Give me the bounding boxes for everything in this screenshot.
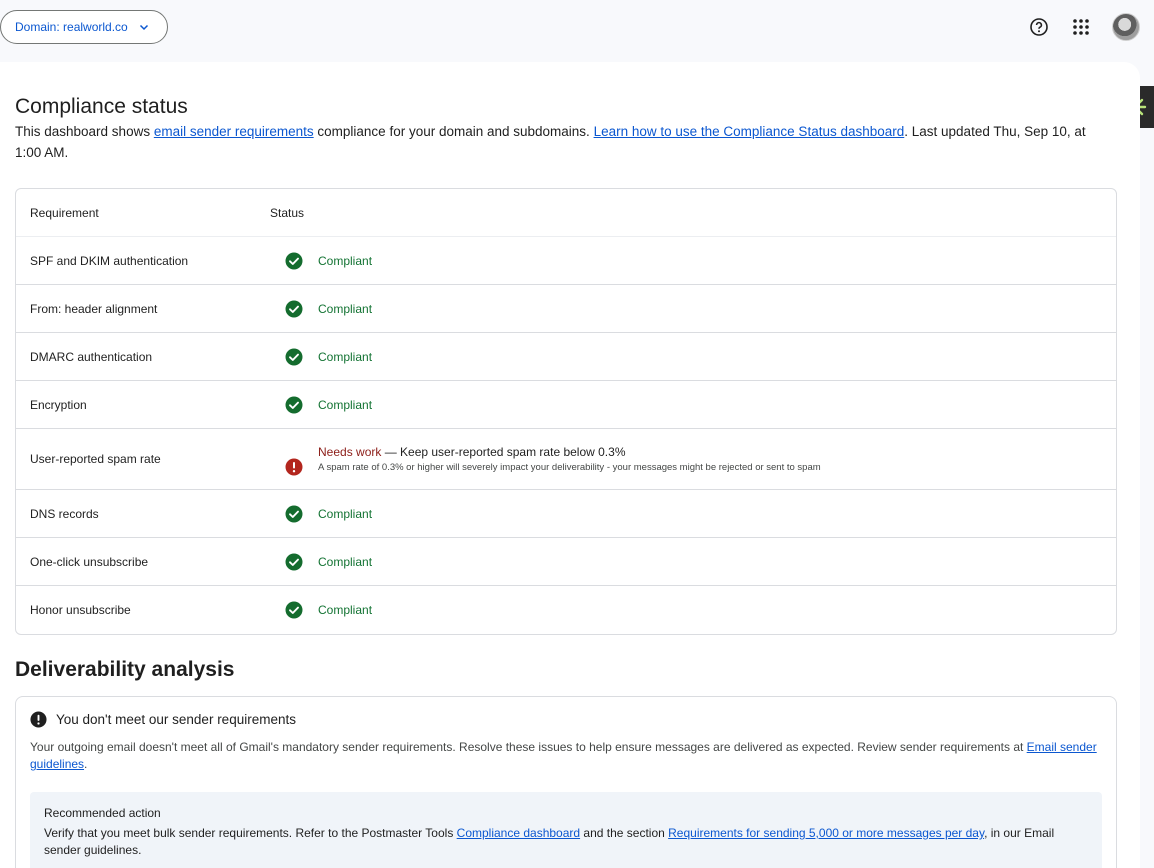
- recommended-text: and the section: [580, 826, 669, 840]
- check-circle-icon: [285, 396, 303, 413]
- requirement-cell: One-click unsubscribe: [30, 554, 149, 569]
- table-row: DMARC authentication Compliant: [16, 333, 1116, 381]
- check-circle-icon: [285, 348, 303, 365]
- top-bar: Domain: realworld.co: [0, 0, 1154, 56]
- deliverability-description: Your outgoing email doesn't meet all of …: [30, 739, 1102, 773]
- bulk-sender-requirements-link[interactable]: Requirements for sending 5,000 or more m…: [668, 826, 984, 840]
- alert-icon: [30, 711, 47, 728]
- requirement-cell: Encryption: [30, 397, 87, 412]
- status-badge: Compliant: [318, 397, 373, 412]
- compliance-table: Requirement Status SPF and DKIM authenti…: [15, 188, 1117, 635]
- table-row: User-reported spam rate Needs work — Kee…: [16, 429, 1116, 490]
- recommended-action-box: Recommended action Verify that you meet …: [30, 792, 1102, 868]
- column-header-requirement: Requirement: [30, 205, 99, 220]
- error-circle-icon: [285, 458, 303, 475]
- page-title: Compliance status: [15, 95, 188, 118]
- domain-selector-button[interactable]: Domain: realworld.co: [0, 10, 168, 44]
- account-avatar[interactable]: [1112, 13, 1140, 41]
- table-row: From: header alignment Compliant: [16, 285, 1116, 333]
- intro-text: compliance for your domain and subdomain…: [313, 124, 594, 139]
- check-circle-icon: [285, 300, 303, 317]
- status-badge: Compliant: [318, 603, 373, 617]
- recommended-action-title: Recommended action: [44, 806, 161, 820]
- help-icon[interactable]: [1028, 16, 1050, 38]
- table-row: DNS records Compliant: [16, 490, 1116, 538]
- learn-compliance-dashboard-link[interactable]: Learn how to use the Compliance Status d…: [594, 124, 905, 139]
- status-detail: — Keep user-reported spam rate below 0.3…: [381, 445, 626, 459]
- status-note: A spam rate of 0.3% or higher will sever…: [318, 462, 821, 473]
- requirement-cell: Honor unsubscribe: [30, 603, 131, 617]
- chevron-down-icon: [139, 24, 148, 31]
- requirement-cell: User-reported spam rate: [30, 452, 161, 466]
- intro-text: This dashboard shows: [15, 124, 154, 139]
- requirement-cell: DMARC authentication: [30, 349, 153, 364]
- check-circle-icon: [285, 601, 303, 619]
- table-row: One-click unsubscribe Compliant: [16, 538, 1116, 586]
- check-circle-icon: [285, 505, 303, 522]
- check-circle-icon: [285, 553, 303, 570]
- deliverability-card: You don't meet our sender requirements Y…: [15, 696, 1117, 868]
- apps-grid-icon[interactable]: [1070, 16, 1092, 38]
- table-row: SPF and DKIM authentication Compliant: [16, 237, 1116, 285]
- status-badge: Compliant: [318, 506, 373, 521]
- table-header: Requirement Status: [16, 189, 1116, 237]
- requirement-cell: From: header alignment: [30, 301, 158, 316]
- status-badge: Compliant: [318, 253, 373, 268]
- table-row: Encryption Compliant: [16, 381, 1116, 429]
- deliverability-alert: You don't meet our sender requirements: [30, 711, 1102, 728]
- domain-selector-label: Domain: realworld.co: [15, 20, 128, 34]
- status-badge: Compliant: [318, 349, 373, 364]
- status-badge: Needs work — Keep user-reported spam rat…: [318, 445, 821, 459]
- status-badge: Compliant: [318, 301, 373, 316]
- main-content: Compliance status This dashboard shows e…: [0, 62, 1140, 868]
- alert-title: You don't meet our sender requirements: [56, 712, 296, 727]
- description-text: Your outgoing email doesn't meet all of …: [30, 740, 1027, 754]
- recommended-text: Verify that you meet bulk sender require…: [44, 826, 457, 840]
- recommended-action-text: Verify that you meet bulk sender require…: [44, 825, 1088, 859]
- compliance-dashboard-link[interactable]: Compliance dashboard: [457, 826, 580, 840]
- check-circle-icon: [285, 252, 303, 269]
- compliance-intro: This dashboard shows email sender requir…: [15, 121, 1115, 163]
- requirement-cell: DNS records: [30, 506, 99, 521]
- column-header-status: Status: [270, 205, 305, 220]
- description-text: .: [84, 757, 88, 771]
- needs-work-label: Needs work: [318, 445, 382, 459]
- email-sender-requirements-link[interactable]: email sender requirements: [154, 124, 314, 139]
- table-row: Honor unsubscribe Compliant: [16, 586, 1116, 634]
- status-badge: Compliant: [318, 554, 373, 569]
- requirement-cell: SPF and DKIM authentication: [30, 253, 189, 268]
- deliverability-title: Deliverability analysis: [15, 658, 235, 681]
